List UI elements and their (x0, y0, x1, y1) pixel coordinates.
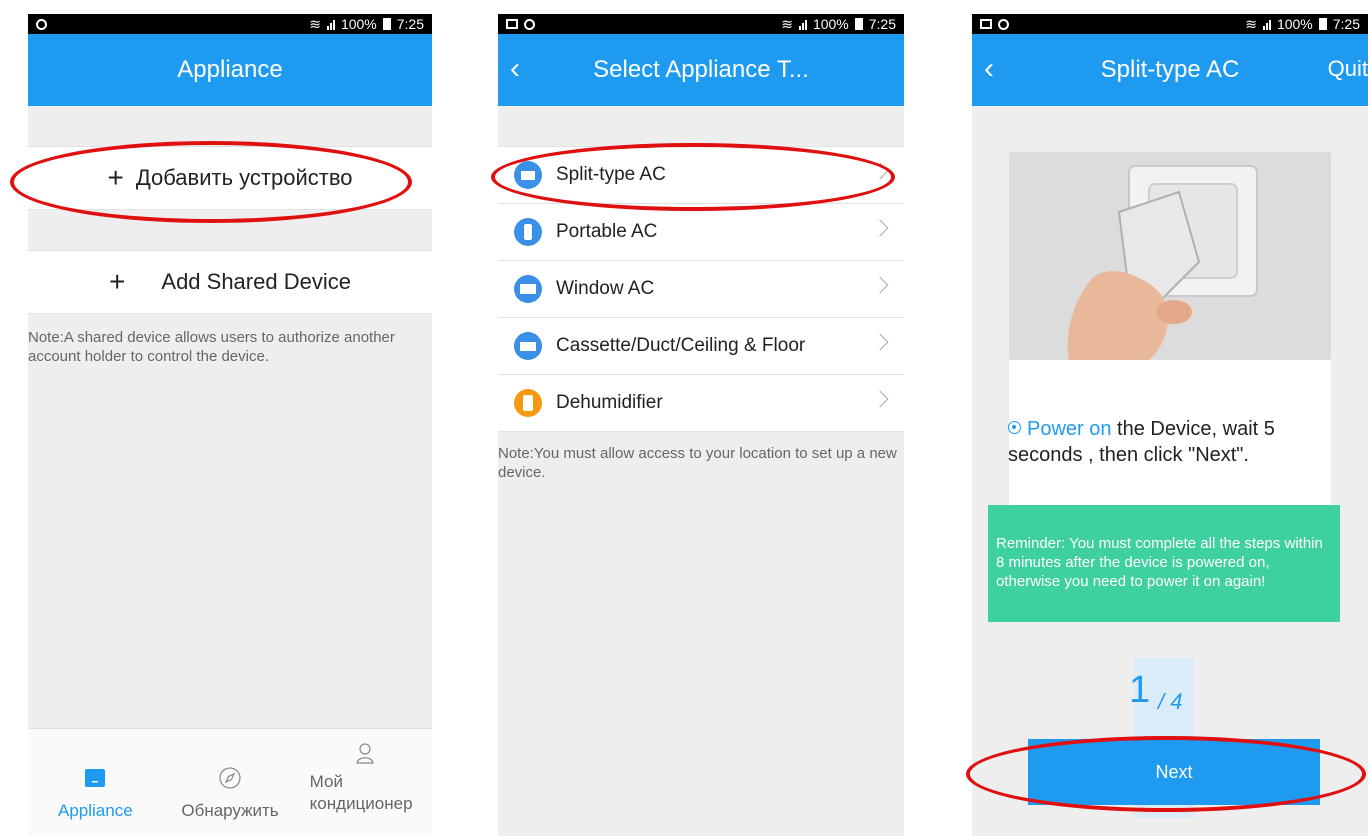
select-appliance-screen: ≋ 100% 7:25 ‹ Select Appliance T... Spli… (498, 14, 904, 836)
app-bar: Appliance (28, 34, 432, 106)
tab-my-ac[interactable]: Мой кондиционер (297, 729, 432, 836)
status-bar: ≋ 100% 7:25 (498, 14, 904, 34)
wifi-icon: ≋ (781, 15, 793, 32)
compass-icon (219, 767, 241, 789)
location-note: Note:You must allow access to your locat… (498, 445, 897, 481)
quit-button[interactable]: Quit (1328, 56, 1368, 82)
status-bar: ≋ 100% 7:25 (972, 14, 1368, 34)
list-item-portable-ac[interactable]: Portable AC (498, 204, 904, 261)
notification-icon (524, 18, 535, 30)
chevron-right-icon (871, 276, 889, 294)
back-icon[interactable]: ‹ (510, 52, 520, 86)
add-device-label: Добавить устройство (135, 165, 353, 190)
next-label: Next (1155, 761, 1193, 782)
user-icon (355, 743, 374, 764)
chevron-right-icon (871, 219, 889, 237)
tab-discover[interactable]: Обнаружить (163, 729, 298, 836)
wifi-icon: ≋ (309, 15, 321, 32)
tab-label: Обнаружить (181, 801, 279, 820)
clock: 7:25 (1332, 16, 1360, 32)
tab-appliance[interactable]: Appliance (28, 729, 163, 836)
list-item-label: Window AC (556, 278, 655, 299)
plus-icon: + (109, 266, 126, 297)
shared-note: Note:A shared device allows users to aut… (28, 329, 395, 365)
appliance-screen: ≋ 100% 7:25 Appliance + Добавить устройс… (28, 14, 432, 836)
add-device-button[interactable]: + Добавить устройство (28, 146, 432, 210)
next-button[interactable]: Next (1028, 739, 1320, 805)
plug-in-illustration (1009, 152, 1331, 360)
power-on-highlight: Power on (1027, 418, 1112, 440)
add-shared-device-button[interactable]: + Add Shared Device (28, 250, 432, 314)
status-bar: ≋ 100% 7:25 (28, 14, 432, 34)
plug-photo (1009, 152, 1331, 360)
battery-icon (854, 18, 863, 30)
split-ac-icon (514, 161, 542, 189)
page-title: Select Appliance T... (593, 56, 809, 83)
app-bar: ‹ Split-type AC Quit (972, 34, 1368, 106)
battery-percent: 100% (1276, 16, 1313, 32)
dehumidifier-icon (514, 389, 542, 417)
notification-icon (36, 18, 47, 30)
tab-label: Appliance (58, 801, 133, 820)
signal-icon (1262, 19, 1271, 30)
bottom-tab-bar: Appliance Обнаружить Мой кондиционер (28, 728, 432, 836)
plus-icon: + (107, 162, 124, 193)
appliance-type-list: Split-type AC Portable AC Window AC Cass… (498, 146, 904, 432)
app-bar: ‹ Select Appliance T... (498, 34, 904, 106)
notification-icon (998, 18, 1009, 30)
step-total: / 4 (1158, 689, 1183, 714)
step-current: 1 (1129, 669, 1151, 711)
list-item-window-ac[interactable]: Window AC (498, 261, 904, 318)
list-item-label: Split-type AC (556, 164, 666, 185)
image-icon (506, 19, 518, 29)
tab-label: Мой кондиционер (309, 772, 413, 813)
reminder-banner: Reminder: You must complete all the step… (988, 505, 1340, 622)
page-title: Split-type AC (1100, 56, 1240, 83)
chevron-right-icon (871, 390, 889, 408)
back-icon[interactable]: ‹ (984, 52, 994, 86)
battery-icon (382, 18, 391, 30)
cassette-ac-icon (514, 332, 542, 360)
battery-icon (1318, 18, 1327, 30)
clock: 7:25 (396, 16, 424, 32)
chevron-right-icon (871, 162, 889, 180)
clock: 7:25 (868, 16, 896, 32)
appliance-icon (85, 769, 106, 787)
list-item-dehumidifier[interactable]: Dehumidifier (498, 375, 904, 432)
list-item-label: Cassette/Duct/Ceiling & Floor (556, 335, 806, 356)
signal-icon (798, 19, 807, 30)
battery-percent: 100% (812, 16, 849, 32)
list-item-label: Dehumidifier (556, 392, 663, 413)
battery-percent: 100% (340, 16, 377, 32)
page-title: Appliance (177, 56, 283, 83)
radio-selected-icon (1008, 421, 1021, 434)
wifi-icon: ≋ (1245, 15, 1257, 32)
power-on-step-screen: ≋ 100% 7:25 ‹ Split-type AC Quit Power o… (972, 14, 1368, 836)
list-item-label: Portable AC (556, 221, 658, 242)
chevron-right-icon (871, 333, 889, 351)
list-item-cassette[interactable]: Cassette/Duct/Ceiling & Floor (498, 318, 904, 375)
signal-icon (326, 19, 335, 30)
window-ac-icon (514, 275, 542, 303)
instruction-text: Power on the Device, wait 5 seconds , th… (1008, 416, 1338, 468)
portable-ac-icon (514, 218, 542, 246)
image-icon (980, 19, 992, 29)
add-shared-label: Add Shared Device (161, 269, 351, 294)
list-item-split-ac[interactable]: Split-type AC (498, 147, 904, 204)
